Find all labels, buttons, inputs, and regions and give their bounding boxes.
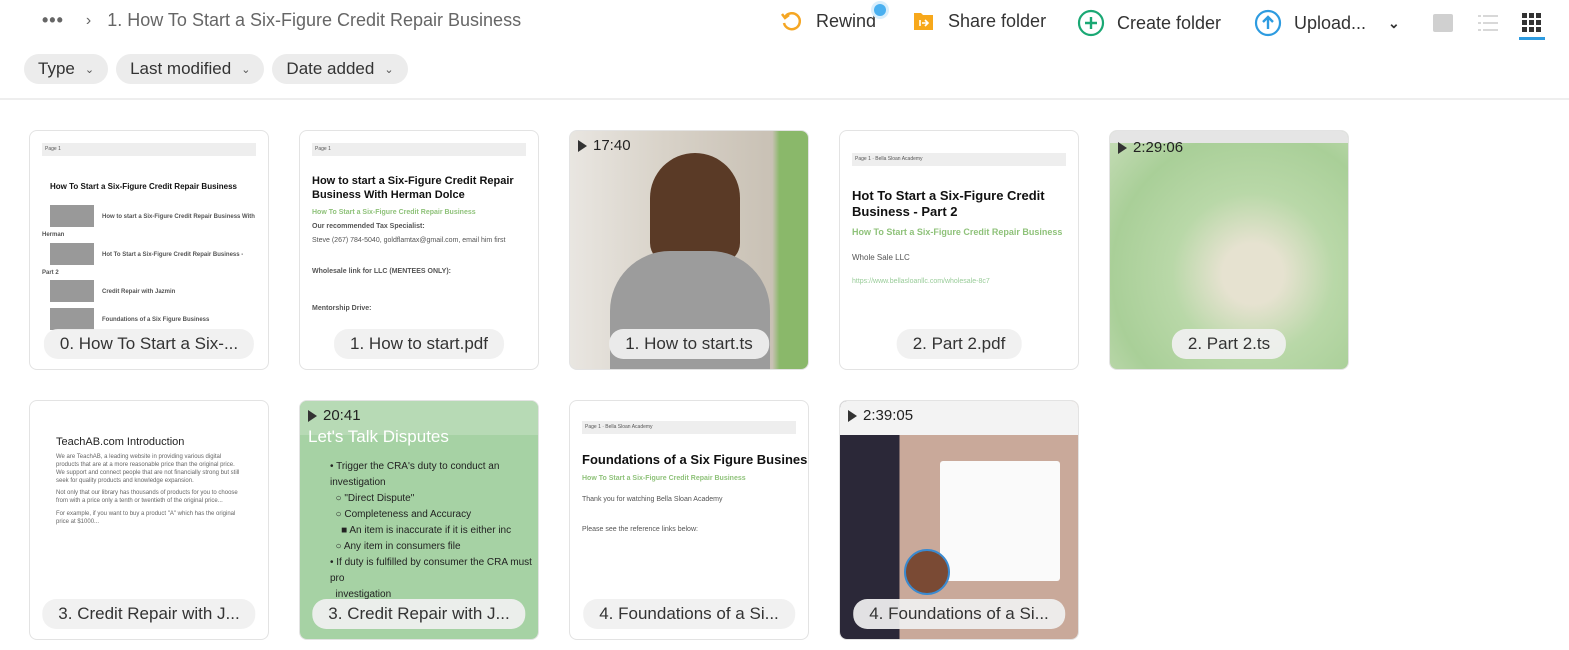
more-icon[interactable]: ••• bbox=[42, 10, 64, 31]
thumb-avatar bbox=[904, 549, 950, 595]
file-card[interactable]: 17:40 1. How to start.ts bbox=[569, 130, 809, 370]
rewind-icon bbox=[781, 12, 802, 31]
filter-type[interactable]: Type ⌄ bbox=[24, 54, 109, 84]
upload-button[interactable]: Upload... ⌄ bbox=[1254, 9, 1400, 37]
video-duration: 2:39:05 bbox=[848, 407, 913, 424]
thumb-window bbox=[940, 461, 1060, 581]
active-view-indicator bbox=[1519, 37, 1545, 40]
toolbar: ••• › 1. How To Start a Six-Figure Credi… bbox=[0, 0, 1569, 46]
file-card[interactable]: TeachAB.com Introduction We are TeachAB,… bbox=[29, 400, 269, 640]
share-folder-button[interactable]: Share folder bbox=[912, 9, 1046, 33]
thumb-row: Credit Repair with Jazmin bbox=[102, 289, 176, 296]
thumb-line: Steve (267) 784-5040, goldflamtax@gmail.… bbox=[312, 237, 506, 245]
thumb-line: https://www.bellasloanllc.com/wholesale-… bbox=[852, 278, 990, 286]
file-name: 2. Part 2.ts bbox=[1171, 329, 1287, 359]
chevron-down-icon: ⌄ bbox=[384, 63, 394, 76]
file-name: 0. How To Start a Six-... bbox=[43, 329, 255, 359]
thumb-line: Our recommended Tax Specialist: bbox=[312, 223, 425, 231]
create-folder-button[interactable]: Create folder bbox=[1077, 9, 1221, 37]
thumb-heading: How to start a Six-Figure Credit Repair … bbox=[312, 174, 514, 201]
file-name: 1. How to start.pdf bbox=[334, 329, 504, 359]
plus-circle-icon bbox=[1077, 9, 1105, 37]
thumb-heading: How To Start a Six-Figure Credit Repair … bbox=[50, 181, 237, 191]
filter-label: Last modified bbox=[130, 59, 232, 78]
thumb-line: Whole Sale LLC bbox=[852, 252, 910, 262]
rewind-label: Rewind bbox=[816, 10, 877, 31]
file-card[interactable]: Page 1 · Bella Sloan Academy Hot To Star… bbox=[839, 130, 1079, 370]
thumb-heading: Let's Talk Disputes bbox=[308, 427, 449, 446]
file-name: 1. How to start.ts bbox=[609, 329, 769, 359]
file-card[interactable]: 2:39:05 4. Foundations of a Si... bbox=[839, 400, 1079, 640]
thumbnail: TeachAB.com Introduction We are TeachAB,… bbox=[30, 401, 268, 566]
chevron-down-icon: ⌄ bbox=[241, 63, 251, 76]
thumb-line: Mentorship Drive: bbox=[312, 305, 372, 313]
image-view-icon[interactable] bbox=[1433, 14, 1453, 32]
thumb-heading: Foundations of a Six Figure Business bbox=[582, 451, 809, 467]
filter-date-added[interactable]: Date added ⌄ bbox=[272, 54, 408, 84]
file-card[interactable]: Page 1 How To Start a Six-Figure Credit … bbox=[29, 130, 269, 370]
rewind-button[interactable]: Rewind bbox=[780, 4, 886, 33]
file-card[interactable]: 2:29:06 2. Part 2.ts bbox=[1109, 130, 1349, 370]
thumbnail: Page 1 · Bella Sloan Academy Foundations… bbox=[570, 401, 808, 551]
video-duration: 17:40 bbox=[578, 137, 631, 154]
thumb-heading: TeachAB.com Introduction bbox=[56, 436, 185, 448]
notification-dot bbox=[874, 4, 886, 16]
breadcrumb-current: 1. How To Start a Six-Figure Credit Repa… bbox=[107, 10, 522, 30]
thumb-line: Thank you for watching Bella Sloan Acade… bbox=[582, 496, 723, 504]
share-folder-icon bbox=[914, 13, 933, 30]
chevron-down-icon: ⌄ bbox=[84, 63, 95, 76]
chevron-right-icon: › bbox=[85, 11, 92, 29]
file-name: 3. Credit Repair with J... bbox=[312, 599, 526, 629]
divider bbox=[0, 98, 1569, 100]
upload-icon bbox=[1254, 9, 1282, 37]
grid-view-icon[interactable] bbox=[1522, 13, 1542, 33]
thumb-line: Wholesale link for LLC (MENTEES ONLY): bbox=[312, 268, 451, 276]
create-folder-label: Create folder bbox=[1117, 12, 1222, 33]
file-name: 4. Foundations of a Si... bbox=[853, 599, 1065, 629]
chevron-down-icon[interactable]: ⌄ bbox=[1388, 15, 1400, 32]
file-card[interactable]: Page 1 · Bella Sloan Academy Foundations… bbox=[569, 400, 809, 640]
filter-label: Type bbox=[38, 59, 75, 78]
video-duration: 20:41 bbox=[308, 407, 361, 424]
thumb-line: Please see the reference links below: bbox=[582, 525, 698, 533]
breadcrumb: ••• › 1. How To Start a Six-Figure Credi… bbox=[42, 10, 521, 31]
thumb-sub: How To Start a Six-Figure Credit Repair … bbox=[852, 227, 1063, 238]
file-card[interactable]: 20:41 Let's Talk Disputes • Trigger the … bbox=[299, 400, 539, 640]
thumbnail: Page 1 How To Start a Six-Figure Credit … bbox=[30, 131, 268, 345]
file-name: 2. Part 2.pdf bbox=[896, 329, 1022, 359]
file-card[interactable]: Page 1 How to start a Six-Figure Credit … bbox=[299, 130, 539, 370]
thumbnail: Page 1 · Bella Sloan Academy Hot To Star… bbox=[840, 131, 1078, 303]
filter-label: Date added bbox=[286, 59, 375, 78]
thumb-sub: How To Start a Six-Figure Credit Repair … bbox=[582, 475, 746, 483]
thumb-text: • Trigger the CRA's duty to conduct an i… bbox=[330, 461, 532, 600]
thumb-row: Foundations of a Six Figure Business bbox=[102, 317, 210, 324]
filter-bar: Type ⌄ Last modified ⌄ Date added ⌄ bbox=[24, 54, 408, 84]
share-folder-label: Share folder bbox=[948, 10, 1047, 31]
video-thumbnail bbox=[650, 153, 740, 263]
thumbnail: Page 1 How to start a Six-Figure Credit … bbox=[300, 131, 538, 331]
thumb-heading: Hot To Start a Six-Figure Credit Busines… bbox=[852, 187, 1045, 220]
list-view-icon[interactable] bbox=[1478, 14, 1498, 32]
video-duration: 2:29:06 bbox=[1118, 139, 1183, 156]
file-name: 4. Foundations of a Si... bbox=[583, 599, 795, 629]
thumb-sub: How To Start a Six-Figure Credit Repair … bbox=[312, 209, 476, 217]
file-name: 3. Credit Repair with J... bbox=[42, 599, 256, 629]
filter-last-modified[interactable]: Last modified ⌄ bbox=[116, 54, 265, 84]
upload-label: Upload... bbox=[1294, 12, 1367, 33]
